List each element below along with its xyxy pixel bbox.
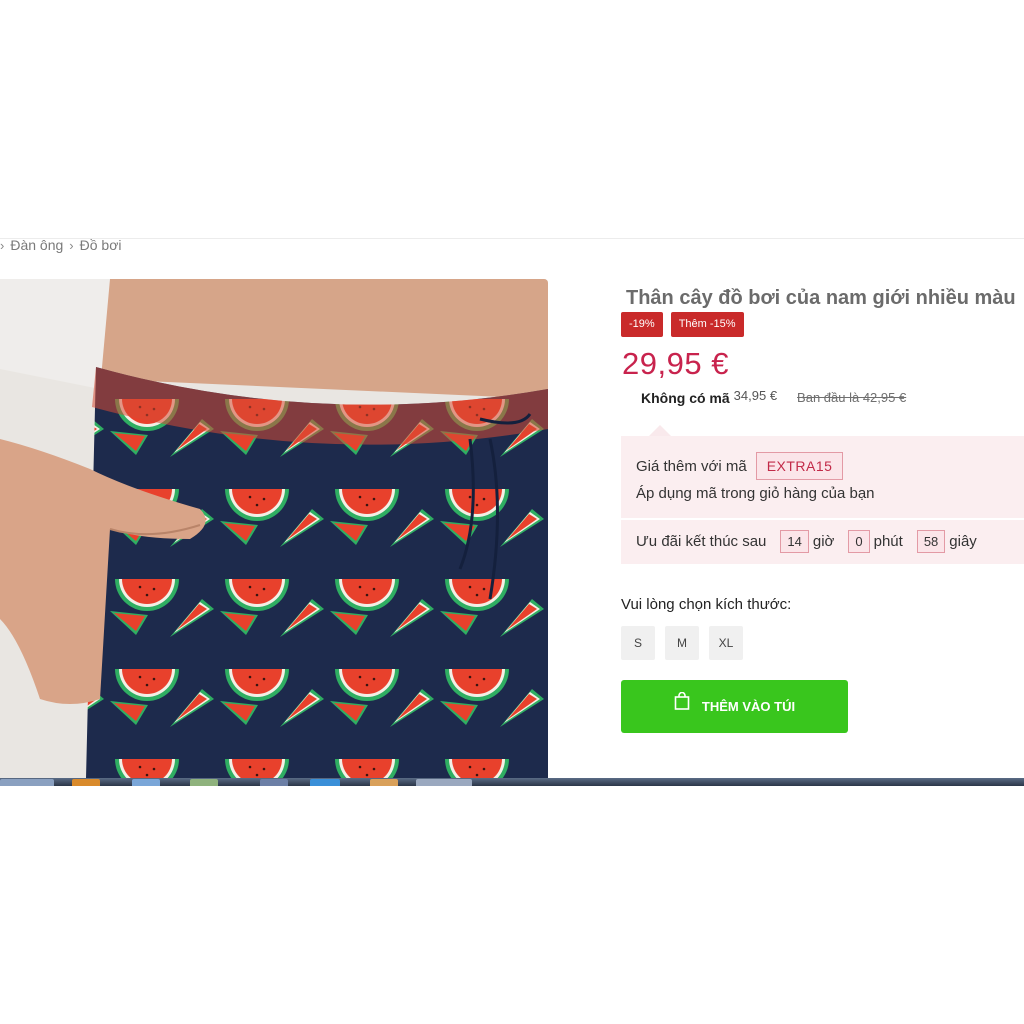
original-price: Ban đầu là 42,95 €	[797, 390, 907, 405]
taskbar-item[interactable]	[370, 779, 398, 786]
add-to-bag-label: THÊM VÀO TÚI	[701, 699, 796, 714]
shopping-bag-icon	[674, 691, 690, 710]
product-page: › Đàn ông › Đồ bơi Thân cây đồ bơi của n…	[0, 0, 1024, 1024]
header-divider	[0, 238, 1024, 239]
countdown-seconds: 58	[916, 530, 946, 553]
size-option-m[interactable]: M	[665, 626, 699, 660]
taskbar-item[interactable]	[132, 779, 160, 786]
breadcrumb: › Đàn ông › Đồ bơi	[0, 236, 128, 254]
size-option-xl[interactable]: XL	[709, 626, 743, 660]
product-photo-illustration	[0, 279, 548, 778]
size-prompt: Vui lòng chọn kích thước:	[621, 596, 792, 613]
discount-badge: -19%	[621, 312, 663, 337]
price-meta: Không có mã 34,95 € Ban đầu là 42,95 €	[641, 388, 907, 406]
taskbar-item[interactable]	[260, 779, 288, 786]
breadcrumb-item-men[interactable]: Đàn ông	[10, 237, 63, 253]
minutes-unit: phút	[873, 533, 903, 550]
seconds-unit: giây	[949, 533, 977, 550]
countdown-row: Ưu đãi kết thúc sau 14 giờ 0 phút 58 giâ…	[636, 530, 977, 553]
discount-badges: -19% Thêm -15%	[621, 312, 744, 337]
breadcrumb-item-swimwear[interactable]: Đồ bơi	[80, 237, 122, 253]
promo-code-row: Giá thêm với mã EXTRA15	[636, 452, 844, 480]
no-code-price: 34,95 €	[733, 388, 778, 403]
countdown-hours: 14	[780, 530, 809, 553]
taskbar-item[interactable]	[72, 779, 100, 786]
taskbar-item[interactable]	[416, 779, 472, 786]
product-image[interactable]	[0, 279, 548, 778]
product-title: Thân cây đồ bơi của nam giới nhiều màu	[626, 287, 1016, 310]
apply-code-text: Áp dụng mã trong giỏ hàng của bạn	[636, 485, 875, 502]
taskbar-item[interactable]	[310, 779, 340, 786]
promo-divider	[621, 518, 1024, 520]
promo-box: Giá thêm với mã EXTRA15 Áp dụng mã trong…	[621, 436, 1024, 564]
current-price: 29,95 €	[622, 346, 729, 381]
taskbar-item[interactable]	[190, 779, 218, 786]
promo-code[interactable]: EXTRA15	[755, 452, 844, 480]
promo-pointer	[649, 425, 671, 436]
extra-price-label: Giá thêm với mã	[636, 457, 747, 475]
size-selector: S M XL	[621, 626, 743, 660]
taskbar-item[interactable]	[0, 779, 54, 786]
hours-unit: giờ	[812, 533, 835, 550]
extra-discount-badge: Thêm -15%	[670, 312, 744, 337]
countdown-minutes: 0	[848, 530, 870, 553]
add-to-bag-button[interactable]: THÊM VÀO TÚI	[621, 680, 848, 733]
chevron-right-icon: ›	[0, 237, 5, 253]
os-taskbar	[0, 778, 1024, 786]
no-code-label: Không có mã	[641, 390, 730, 406]
size-option-s[interactable]: S	[621, 626, 655, 660]
chevron-right-icon: ›	[69, 237, 74, 253]
offer-ends-label: Ưu đãi kết thúc sau	[636, 533, 767, 550]
